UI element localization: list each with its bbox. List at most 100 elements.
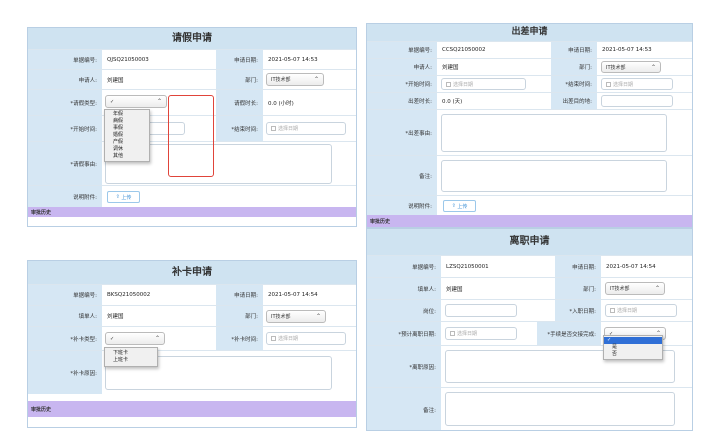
start-time-label: *开始时间:: [28, 116, 102, 141]
end-time-input[interactable]: 选择日期: [601, 78, 673, 90]
start-time-input[interactable]: 选择日期: [441, 78, 526, 90]
apply-date-value: 2021-05-07 14:54: [268, 292, 318, 298]
destination-input[interactable]: [601, 95, 673, 107]
leave-type-option[interactable]: 婚假: [105, 132, 149, 139]
end-time-label: *结束时间:: [216, 116, 263, 141]
leave-type-label: *请假类型:: [28, 90, 102, 115]
dept-select[interactable]: IT技术部 ⌃: [601, 61, 661, 73]
doc-no-label: 单据编号:: [367, 42, 437, 58]
card-type-dropdown[interactable]: 下班卡 上班卡: [104, 347, 158, 367]
card-reason-label: *补卡原因:: [28, 351, 102, 394]
card-type-option[interactable]: 下班卡: [105, 350, 157, 357]
remark-label: 备注:: [367, 388, 441, 430]
apply-date-label: 申请日期:: [555, 256, 601, 277]
chevron-icon: ⌃: [313, 76, 319, 83]
apply-date-value: 2021-05-07 14:54: [606, 263, 656, 270]
destination-label: 出差目的地:: [551, 93, 597, 109]
join-date-input[interactable]: 选择日期: [605, 304, 677, 317]
leave-type-dropdown[interactable]: 年假 病假 事假 婚假 产假 调休 其他: [104, 109, 150, 162]
chevron-icon: ⌃: [654, 285, 660, 292]
card-time-input[interactable]: 选择日期: [266, 332, 346, 345]
start-time-label: *开始时间:: [367, 76, 437, 92]
calendar-icon: [271, 126, 276, 131]
resign-reason-label: *离职原因:: [367, 346, 441, 387]
upload-button[interactable]: ⇪ 上传: [107, 191, 140, 203]
history-bar[interactable]: 审批历史: [28, 207, 356, 217]
chevron-icon: ⌃: [156, 98, 162, 105]
applicant-label: 填单人:: [367, 278, 441, 299]
chevron-icon: ⌃: [315, 313, 321, 320]
dept-select[interactable]: IT技术部 ⌃: [605, 282, 665, 295]
end-time-input[interactable]: 选择日期: [266, 122, 346, 135]
leave-date-input[interactable]: 选择日期: [445, 327, 517, 340]
resign-form: 离职申请 单据编号: LZSQ21050001 申请日期: 2021-05-07…: [366, 228, 693, 431]
reason-label: *请假事由:: [28, 142, 102, 185]
leave-type-option[interactable]: 调休: [105, 146, 149, 153]
trip-reason-textarea[interactable]: [441, 114, 667, 152]
remark-textarea[interactable]: [441, 160, 667, 192]
handover-option-selected[interactable]: ✓: [604, 337, 662, 344]
doc-no-label: 单据编号:: [28, 285, 102, 305]
attach-label: 说明附件:: [28, 186, 102, 207]
calendar-icon: [450, 331, 455, 336]
leave-type-select[interactable]: ✓ ⌃: [105, 95, 167, 108]
dept-label: 部门:: [216, 70, 263, 89]
applicant-label: 申请人:: [367, 59, 437, 75]
leave-type-option[interactable]: 其他: [105, 153, 149, 160]
handover-option[interactable]: 是: [604, 344, 662, 351]
position-label: 岗位:: [367, 300, 441, 321]
duration-label: 请假时长:: [216, 90, 263, 115]
card-type-option[interactable]: 上班卡: [105, 357, 157, 364]
join-date-label: *入职日期:: [555, 300, 601, 321]
upload-button[interactable]: ⇪ 上传: [443, 200, 476, 212]
duration-value: 0.0 (小时): [268, 100, 294, 107]
end-time-label: *结束时间:: [551, 76, 597, 92]
doc-no-label: 单据编号:: [367, 256, 441, 277]
doc-no-value: BKSQ21050002: [107, 292, 151, 298]
leave-date-label: *预计离职日期:: [367, 322, 441, 345]
leave-type-option[interactable]: 病假: [105, 118, 149, 125]
leave-type-option[interactable]: 产假: [105, 139, 149, 146]
highlight-box: [168, 95, 214, 177]
handover-dropdown[interactable]: ✓ 是 否: [603, 335, 663, 360]
applicant-value: 刘建国: [107, 77, 124, 84]
card-type-select[interactable]: ✓ ⌃: [105, 332, 165, 345]
applicant-value: 刘建国: [442, 65, 459, 71]
position-input[interactable]: [445, 304, 517, 317]
leave-form: 请假申请 单据编号: QJSQ21050003 申请日期: 2021-05-07…: [27, 27, 357, 227]
trip-reason-label: *出差事由:: [367, 110, 437, 155]
dept-select[interactable]: IT技术部 ⌃: [266, 310, 326, 323]
duration-value: 0.0 (天): [442, 99, 463, 105]
history-bar[interactable]: 审批历史: [28, 401, 356, 417]
dept-label: 部门:: [216, 306, 263, 326]
doc-no-value: QJSQ21050003: [107, 56, 149, 63]
history-bar[interactable]: 审批历史: [367, 215, 692, 227]
apply-date-label: 申请日期:: [216, 285, 263, 305]
leave-type-option[interactable]: 年假: [105, 111, 149, 118]
chevron-icon: ⌃: [154, 335, 160, 342]
applicant-label: 申请人:: [28, 70, 102, 89]
trip-title: 出差申请: [367, 24, 692, 41]
dept-label: 部门:: [551, 59, 597, 75]
chevron-icon: ⌃: [650, 64, 656, 71]
leave-type-option[interactable]: 事假: [105, 125, 149, 132]
calendar-icon: [606, 81, 611, 87]
apply-date-value: 2021-05-07 14:53: [602, 47, 652, 53]
calendar-icon: [271, 336, 276, 341]
calendar-icon: [446, 81, 451, 87]
handover-label: *手续是否交接完成:: [537, 322, 601, 345]
dept-label: 部门:: [555, 278, 601, 299]
doc-no-label: 单据编号:: [28, 50, 102, 69]
card-time-label: *补卡时间:: [216, 327, 263, 350]
dept-select[interactable]: IT技术部 ⌃: [266, 73, 324, 86]
card-form: 补卡申请 单据编号: BKSQ21050002 申请日期: 2021-05-07…: [27, 260, 357, 428]
applicant-value: 刘建国: [446, 286, 463, 293]
applicant-label: 填单人:: [28, 306, 102, 326]
calendar-icon: [610, 308, 615, 313]
doc-no-value: LZSQ21050001: [446, 263, 489, 270]
handover-option[interactable]: 否: [604, 351, 662, 358]
duration-label: 出差时长:: [367, 93, 437, 109]
remark-label: 备注:: [367, 156, 437, 195]
trip-form: 出差申请 单据编号: CCSQ21050002 申请日期: 2021-05-07…: [366, 23, 693, 228]
remark-textarea[interactable]: [445, 392, 675, 426]
